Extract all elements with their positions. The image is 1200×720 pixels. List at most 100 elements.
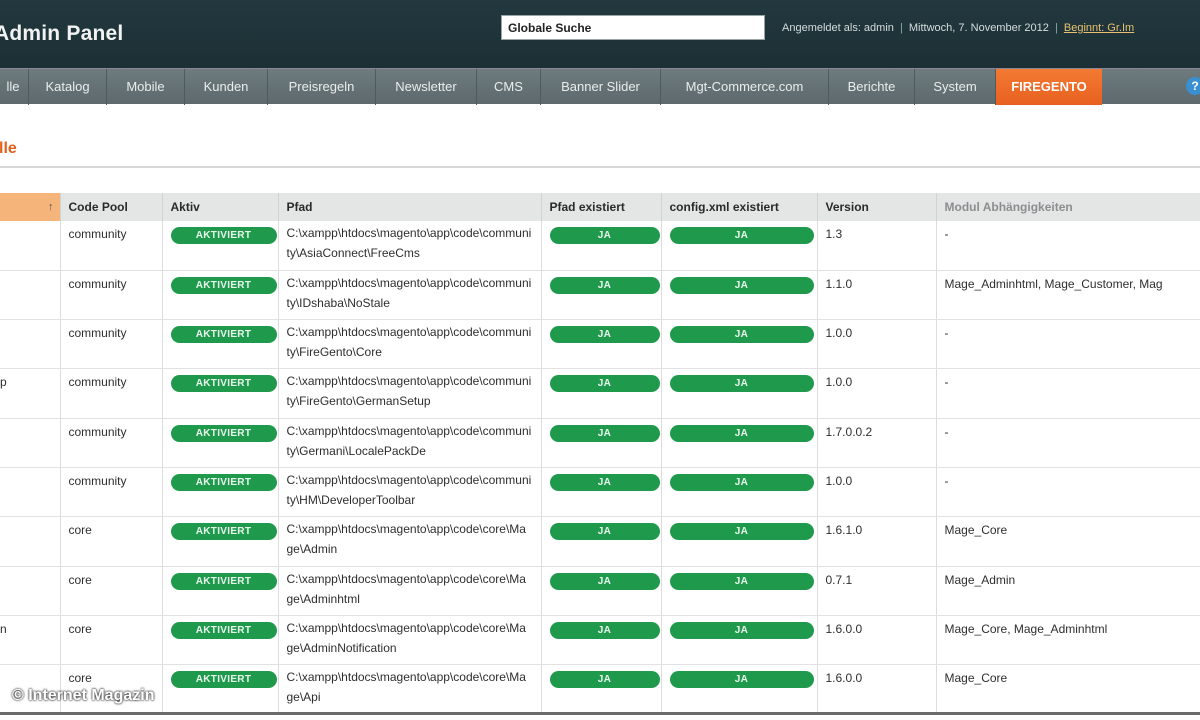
column-header-active[interactable]: Aktiv xyxy=(162,193,279,221)
cell-dependencies: Mage_Core, Mage_Adminhtml xyxy=(936,615,1200,666)
column-header-path[interactable]: Pfad xyxy=(278,193,542,221)
table-row[interactable]: community AKTIVIERT C:\xampp\htdocs\magent… xyxy=(0,319,1200,370)
column-header-dependencies[interactable]: Modul Abhängigkeiten xyxy=(936,193,1200,221)
cell-version: 1.0.0 xyxy=(817,467,937,518)
cell-code-pool: core xyxy=(60,566,163,616)
column-header-version[interactable]: Version xyxy=(817,193,937,221)
column-header-code-pool[interactable]: Code Pool xyxy=(60,193,163,221)
table-row[interactable]: core AKTIVIERT C:\xampp\htdocs\magento\app… xyxy=(0,566,1200,616)
header-bar: Admin Panel Angemeldet als: admin | Mitt… xyxy=(0,0,1200,68)
cell-path: C:\xampp\htdocs\magento\app\code\communi… xyxy=(278,467,542,518)
cell-active: AKTIVIERT xyxy=(162,221,279,271)
active-badge: AKTIVIERT xyxy=(170,473,277,491)
column-header-name[interactable]: ↑ xyxy=(0,193,61,221)
cell-version: 0.7.1 xyxy=(817,566,937,616)
cell-dependencies: - xyxy=(936,418,1200,468)
nav-item-newsletter[interactable]: Newsletter xyxy=(376,69,477,105)
cell-config-exists: JA xyxy=(661,270,818,321)
cell-path: C:\xampp\htdocs\magento\app\code\core\Ma… xyxy=(278,615,542,666)
cell-module-name: n xyxy=(0,615,61,666)
cell-module-name xyxy=(0,516,61,567)
global-search-input[interactable] xyxy=(501,15,765,40)
cell-code-pool: core xyxy=(60,615,163,666)
cell-path-exists: JA xyxy=(541,319,662,370)
table-row[interactable]: community AKTIVIERT C:\xampp\htdocs\magent… xyxy=(0,418,1200,468)
cell-dependencies: Mage_Admin xyxy=(936,566,1200,616)
nav-item-cms[interactable]: CMS xyxy=(477,69,541,105)
status-badge: JA xyxy=(669,523,814,541)
cell-code-pool: community xyxy=(60,418,163,468)
table-row[interactable]: community AKTIVIERT C:\xampp\htdocs\magent… xyxy=(0,467,1200,518)
table-row[interactable]: core AKTIVIERT C:\xampp\htdocs\magento\app… xyxy=(0,664,1200,715)
table-row[interactable]: community AKTIVIERT C:\xampp\htdocs\magent… xyxy=(0,221,1200,271)
cell-path: C:\xampp\htdocs\magento\app\code\communi… xyxy=(278,319,542,370)
cell-module-name xyxy=(0,418,61,468)
status-badge: JA xyxy=(549,424,660,442)
cell-module-name xyxy=(0,467,61,518)
status-badge: JA xyxy=(549,326,660,344)
cell-dependencies: - xyxy=(936,467,1200,518)
cell-path: C:\xampp\htdocs\magento\app\code\communi… xyxy=(278,418,542,468)
cell-path-exists: JA xyxy=(541,221,662,271)
cell-path: C:\xampp\htdocs\magento\app\code\core\Ma… xyxy=(278,664,542,715)
status-badge: JA xyxy=(549,473,660,491)
nav-item-system[interactable]: System xyxy=(915,69,996,105)
cell-config-exists: JA xyxy=(661,566,818,616)
status-badge: JA xyxy=(549,227,660,244)
cell-config-exists: JA xyxy=(661,516,818,567)
cell-active: AKTIVIERT xyxy=(162,270,279,321)
cell-code-pool: community xyxy=(60,221,163,271)
table-row[interactable]: n core AKTIVIERT C:\xampp\htdocs\magento\ap… xyxy=(0,615,1200,666)
active-badge: AKTIVIERT xyxy=(170,276,277,294)
nav-item-kunden[interactable]: Kunden xyxy=(185,69,268,105)
cell-active: AKTIVIERT xyxy=(162,368,279,419)
nav-item-mgt-commerce[interactable]: Mgt-Commerce.com xyxy=(661,69,829,105)
cell-module-name xyxy=(0,319,61,370)
column-header-path-exists[interactable]: Pfad existiert xyxy=(541,193,662,221)
cell-module-name xyxy=(0,270,61,321)
nav-item-berichte[interactable]: Berichte xyxy=(829,69,915,105)
status-badge: JA xyxy=(669,473,814,491)
nav-item-firegento[interactable]: FIREGENTO xyxy=(996,69,1102,105)
cell-version: 1.0.0 xyxy=(817,319,937,370)
divider xyxy=(0,166,1200,168)
nav-item-partial[interactable]: lle xyxy=(0,69,29,105)
cell-config-exists: JA xyxy=(661,664,818,715)
cell-dependencies: Mage_Core xyxy=(936,516,1200,567)
nav-item-preisregeln[interactable]: Preisregeln xyxy=(268,69,376,105)
nav-item-banner-slider[interactable]: Banner Slider xyxy=(541,69,661,105)
sort-arrow-icon[interactable]: ↑ xyxy=(48,201,54,213)
header-meta: Angemeldet als: admin | Mittwoch, 7. Nov… xyxy=(782,22,1134,34)
cell-active: AKTIVIERT xyxy=(162,664,279,715)
cell-path: C:\xampp\htdocs\magento\app\code\communi… xyxy=(278,270,542,321)
separator: | xyxy=(1054,22,1058,34)
column-header-config-exists[interactable]: config.xml existiert xyxy=(661,193,818,221)
cell-path-exists: JA xyxy=(541,566,662,616)
cell-active: AKTIVIERT xyxy=(162,615,279,666)
header-link[interactable]: Beginnt: Gr.Im xyxy=(1064,22,1134,34)
active-badge: AKTIVIERT xyxy=(170,572,277,590)
bottom-border xyxy=(0,712,1200,715)
cell-path-exists: JA xyxy=(541,368,662,419)
cell-active: AKTIVIERT xyxy=(162,467,279,518)
cell-config-exists: JA xyxy=(661,221,818,271)
cell-code-pool: community xyxy=(60,368,163,419)
nav-item-mobile[interactable]: Mobile xyxy=(107,69,185,105)
logged-in-text: Angemeldet als: admin xyxy=(782,22,894,34)
active-badge: AKTIVIERT xyxy=(170,621,277,639)
nav-item-katalog[interactable]: Katalog xyxy=(29,69,107,105)
cell-code-pool: community xyxy=(60,319,163,370)
active-badge: AKTIVIERT xyxy=(170,523,277,541)
cell-path: C:\xampp\htdocs\magento\app\code\core\Ma… xyxy=(278,566,542,616)
table-row[interactable]: p community AKTIVIERT C:\xampp\htdocs\magen… xyxy=(0,368,1200,419)
cell-code-pool: community xyxy=(60,467,163,518)
cell-config-exists: JA xyxy=(661,418,818,468)
cell-version: 1.1.0 xyxy=(817,270,937,321)
table-row[interactable]: community AKTIVIERT C:\xampp\htdocs\magent… xyxy=(0,270,1200,321)
help-icon[interactable]: ? xyxy=(1186,77,1200,95)
table-header-row: ↑ Code Pool Aktiv Pfad Pfad existiert co… xyxy=(0,193,1200,221)
status-badge: JA xyxy=(669,671,814,689)
active-badge: AKTIVIERT xyxy=(170,671,277,689)
cell-module-name: p xyxy=(0,368,61,419)
table-row[interactable]: core AKTIVIERT C:\xampp\htdocs\magento\app… xyxy=(0,516,1200,567)
